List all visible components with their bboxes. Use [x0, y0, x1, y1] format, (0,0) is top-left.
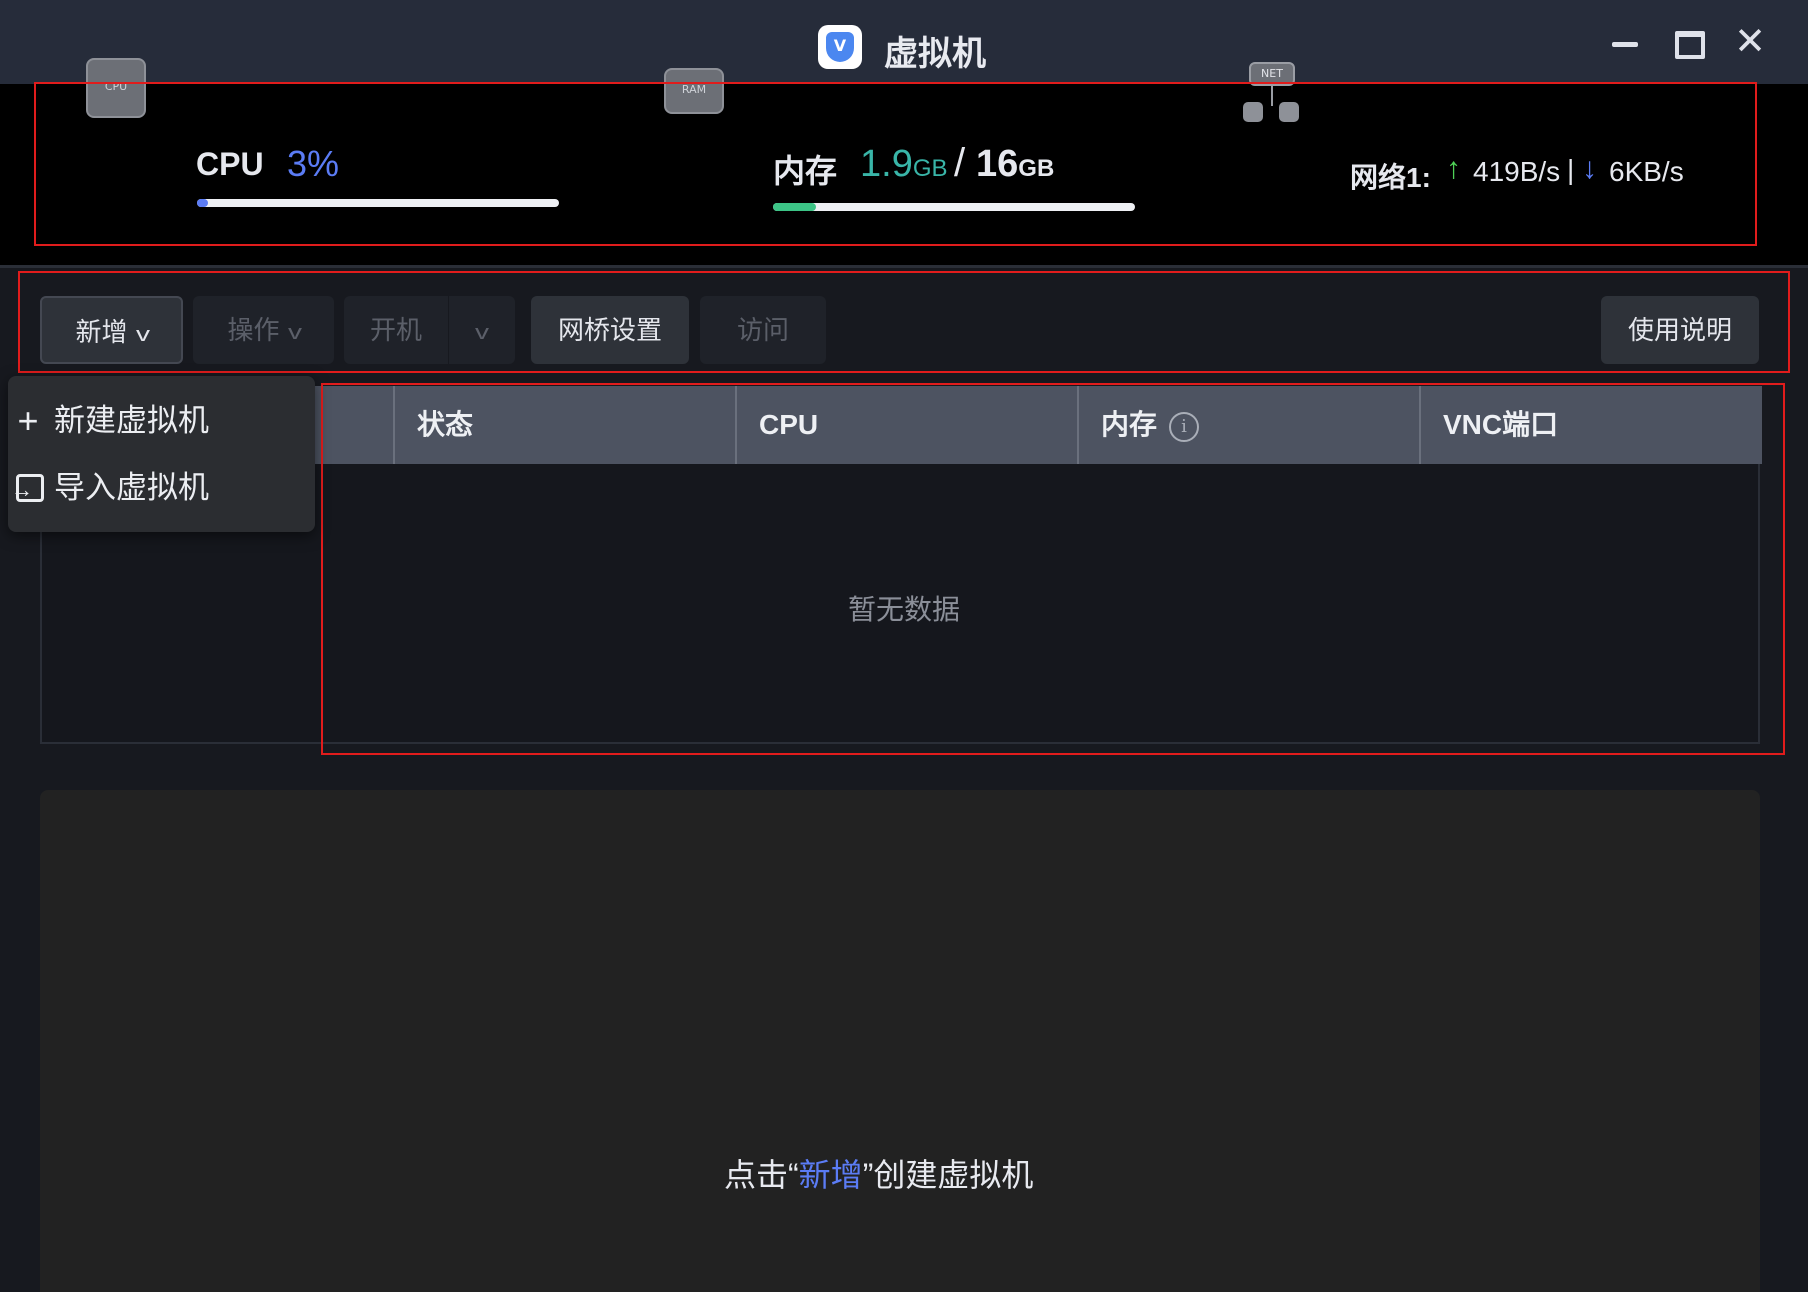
divider [0, 265, 1808, 268]
hint-highlight: 新增 [798, 1157, 863, 1193]
plus-icon: + [17, 400, 39, 441]
maximize-icon[interactable] [1668, 22, 1708, 62]
detail-panel [40, 790, 1760, 1292]
resource-highlight-frame [34, 82, 1757, 246]
table-highlight-frame [321, 383, 1785, 755]
create-vm-hint: 点击“新增”创建虚拟机 [724, 1157, 1034, 1193]
minimize-icon[interactable] [1604, 22, 1644, 62]
menu-item-import-vm[interactable]: 导入虚拟机 [11, 463, 209, 515]
title-bar: V 虚拟机 ✕ [0, 0, 1808, 84]
import-icon [11, 465, 44, 515]
new-dropdown-menu: + 新建虚拟机 导入虚拟机 [8, 376, 315, 532]
app-logo-icon: V [818, 25, 862, 69]
toolbar-highlight-frame [18, 271, 1790, 373]
menu-item-new-vm[interactable]: + 新建虚拟机 [17, 396, 209, 446]
shield-icon: V [826, 32, 854, 62]
window-title: 虚拟机 [884, 35, 986, 73]
close-icon[interactable]: ✕ [1730, 22, 1770, 62]
